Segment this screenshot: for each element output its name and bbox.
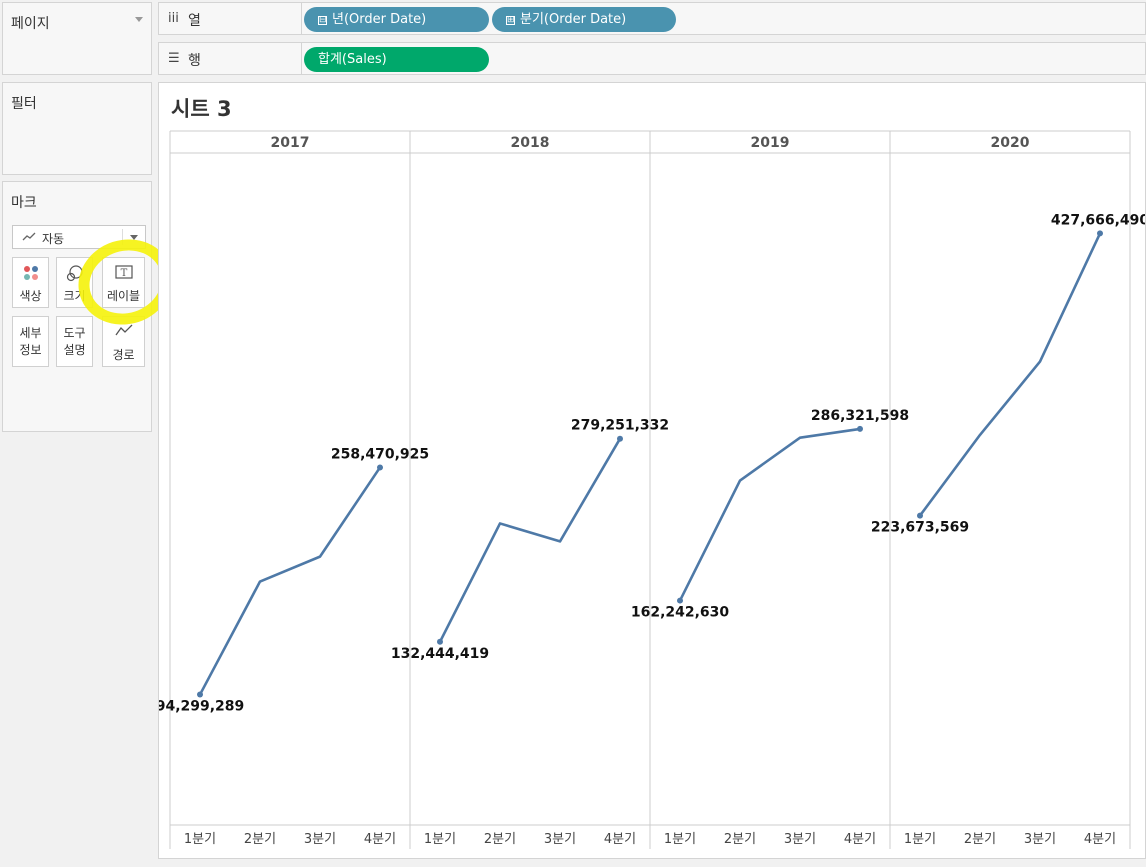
data-point — [917, 512, 923, 519]
dropdown-divider — [122, 229, 123, 245]
quarter-tick-label: 3분기 — [544, 832, 576, 847]
series-line — [918, 232, 1102, 517]
data-label: 286,321,598 — [811, 408, 909, 424]
year-header: 2017 — [271, 135, 310, 151]
filters-shelf[interactable]: 필터 — [2, 82, 152, 175]
expand-icon[interactable]: ⊞ — [506, 16, 515, 25]
pill-label: 합계(Sales) — [318, 52, 387, 67]
data-point — [1097, 230, 1103, 237]
quarter-tick-label: 4분기 — [604, 832, 636, 847]
year-header: 2019 — [751, 135, 790, 151]
data-label: 223,673,569 — [871, 520, 969, 536]
columns-shelf[interactable]: iii 열 ⊟ 년(Order Date) ⊞ 분기(Order Date) — [158, 2, 1146, 35]
mark-type-dropdown[interactable]: 자동 — [12, 225, 146, 249]
svg-text:T: T — [120, 268, 127, 279]
series-line — [438, 438, 622, 643]
pages-shelf[interactable]: 페이지 — [2, 2, 152, 75]
path-icon — [103, 323, 144, 341]
data-point — [197, 691, 203, 698]
quarter-tick-label: 4분기 — [1084, 832, 1116, 847]
size-label: 크기 — [63, 289, 86, 303]
mark-type-label: 자동 — [42, 232, 65, 246]
pill-year-order-date[interactable]: ⊟ 년(Order Date) — [304, 7, 489, 32]
quarter-tick-label: 2분기 — [484, 832, 516, 847]
label-icon: T — [103, 264, 144, 282]
series-line — [198, 466, 382, 696]
tooltip-button[interactable]: 도구 설명 — [56, 316, 93, 367]
color-icon — [13, 264, 48, 282]
line-icon — [22, 231, 36, 245]
label-label: 레이블 — [106, 289, 141, 303]
quarter-tick-label: 3분기 — [304, 832, 336, 847]
series-line — [678, 427, 861, 602]
year-header: 2018 — [511, 135, 550, 151]
quarter-tick-label: 4분기 — [844, 832, 876, 847]
pill-label: 분기(Order Date) — [520, 12, 627, 27]
data-point — [677, 597, 683, 604]
quarter-tick-label: 2분기 — [244, 832, 276, 847]
path-button[interactable]: 경로 — [102, 316, 145, 367]
path-label: 경로 — [112, 348, 135, 362]
data-label: 162,242,630 — [631, 605, 730, 621]
collapse-icon[interactable]: ⊟ — [318, 16, 327, 25]
marks-title: 마크 — [11, 195, 37, 211]
quarter-tick-label: 1분기 — [664, 832, 696, 847]
color-button[interactable]: 색상 — [12, 257, 49, 308]
marks-card: 마크 자동 색상 크기 T 레이블 세부 정보 도구 설명 경로 — [2, 181, 152, 432]
data-point — [437, 638, 443, 645]
color-label: 색상 — [19, 289, 42, 303]
size-button[interactable]: 크기 — [56, 257, 93, 308]
data-point — [377, 464, 383, 471]
detail-label: 세부 정보 — [19, 326, 42, 357]
data-label: 132,444,419 — [391, 646, 489, 662]
quarter-tick-label: 2분기 — [724, 832, 756, 847]
chevron-down-icon — [130, 235, 138, 240]
label-button[interactable]: T 레이블 — [102, 257, 145, 308]
detail-button[interactable]: 세부 정보 — [12, 316, 49, 367]
data-label: 427,666,490 — [1051, 212, 1145, 228]
quarter-tick-label: 1분기 — [424, 832, 456, 847]
pages-title: 페이지 — [11, 16, 50, 32]
columns-shelf-header: iii 열 — [159, 3, 302, 34]
rows-shelf-header: ☰ 행 — [159, 43, 302, 74]
data-label: 279,251,332 — [571, 418, 669, 434]
columns-icon: iii — [168, 11, 179, 26]
pill-quarter-order-date[interactable]: ⊞ 분기(Order Date) — [492, 7, 676, 32]
rows-icon: ☰ — [168, 51, 180, 66]
line-chart[interactable]: 2017 1분기 2분기 3분기 4분기 94,299,289 258,470,925 201… — [159, 83, 1145, 858]
data-point — [617, 435, 623, 442]
rows-label: 행 — [188, 53, 201, 69]
data-label: 94,299,289 — [159, 699, 244, 715]
quarter-tick-label: 1분기 — [184, 832, 216, 847]
worksheet: 시트 3 2017 1분기 2분기 3분기 4분기 94,299,289 258,470,9… — [158, 82, 1146, 859]
rows-shelf[interactable]: ☰ 행 합계(Sales) — [158, 42, 1146, 75]
quarter-tick-label: 3분기 — [784, 832, 816, 847]
size-icon — [57, 264, 92, 282]
columns-label: 열 — [188, 13, 201, 29]
pill-sum-sales[interactable]: 합계(Sales) — [304, 47, 489, 72]
year-header: 2020 — [991, 135, 1030, 151]
filters-title: 필터 — [11, 96, 37, 112]
tooltip-label: 도구 설명 — [63, 326, 86, 357]
quarter-tick-label: 3분기 — [1024, 832, 1056, 847]
quarter-tick-label: 2분기 — [964, 832, 996, 847]
quarter-tick-label: 1분기 — [904, 832, 936, 847]
pill-label: 년(Order Date) — [332, 12, 427, 27]
chevron-down-icon[interactable] — [135, 17, 143, 22]
quarter-tick-label: 4분기 — [364, 832, 396, 847]
data-point — [857, 425, 863, 432]
data-label: 258,470,925 — [331, 446, 429, 462]
